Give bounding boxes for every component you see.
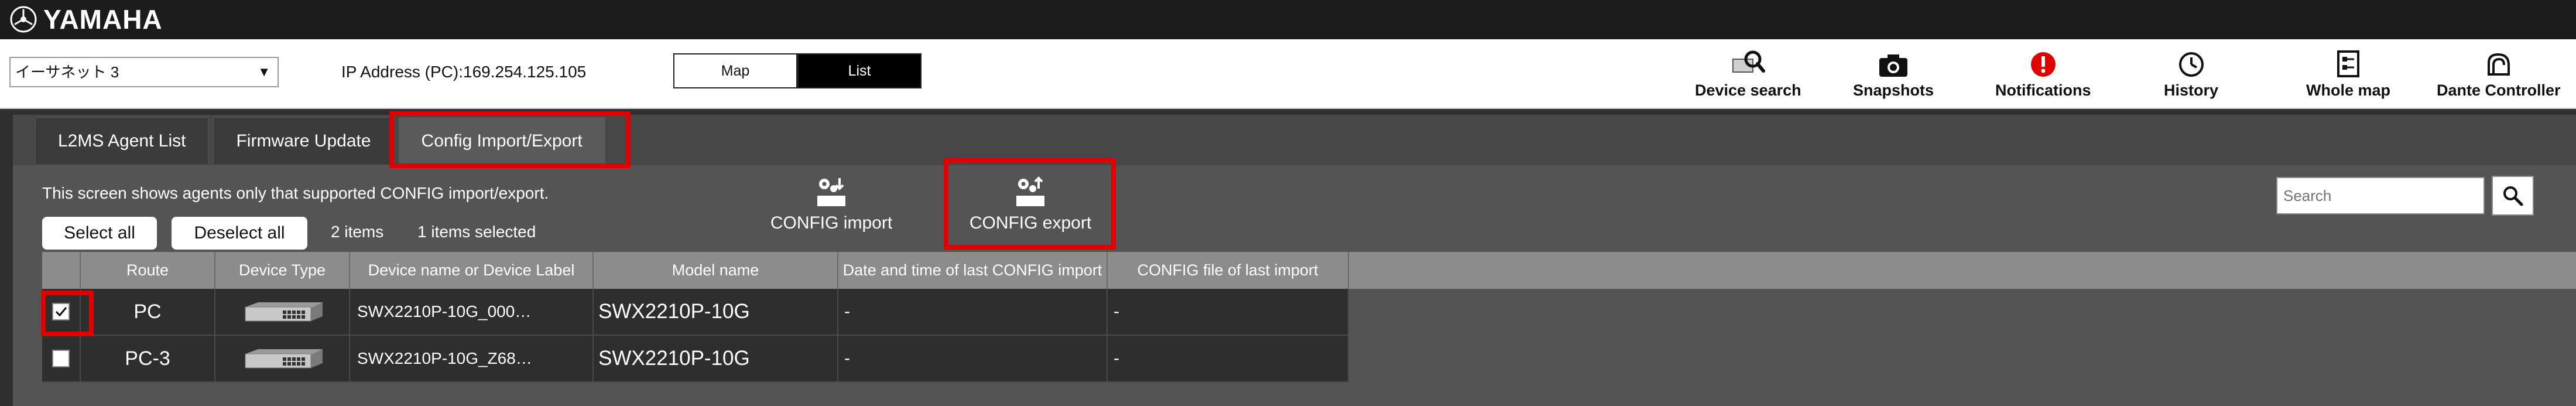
model-name-cell: SWX2210P-10G [594,289,838,335]
column-header-route[interactable]: Route [81,252,215,289]
table-header: Route Device Type Device name or Device … [42,252,2576,289]
row-checkbox[interactable] [52,303,70,320]
device-type-cell [215,289,350,335]
checkmark-icon [55,307,67,317]
history-button[interactable]: History [2164,47,2218,104]
config-import-icon [817,178,845,206]
network-switch-icon [245,302,323,322]
search-icon [2503,186,2523,206]
yamaha-logo-text: YAMAHA [43,4,163,35]
column-header-device-type[interactable]: Device Type [215,252,350,289]
column-header-device-name[interactable]: Device name or Device Label [350,252,594,289]
chevron-down-icon: ▼ [258,64,270,79]
config-import-button[interactable]: CONFIG import [767,176,896,246]
search-input[interactable] [2276,177,2485,214]
yamaha-logo: YAMAHA [9,3,163,36]
device-type-cell [215,336,350,381]
history-icon [2178,47,2205,78]
config-export-button[interactable]: CONFIG export [966,176,1095,246]
view-toggle: Map List [673,53,922,88]
search-button[interactable] [2492,176,2534,216]
tab-bar: L2MS Agent List Firmware Update Config I… [13,117,605,165]
device-search-button[interactable]: Device search [1695,47,1801,104]
list-view-button[interactable]: List [797,53,922,88]
device-search-label: Device search [1695,81,1801,99]
history-label: History [2164,81,2219,99]
device-search-icon [1731,47,1766,78]
config-export-label: CONFIG export [969,213,1092,233]
dante-icon [2485,47,2512,78]
last-import-file-cell: - [1108,336,1349,381]
whole-map-button[interactable]: Whole map [2306,47,2390,104]
column-header-model-name[interactable]: Model name [594,252,838,289]
device-name-cell: SWX2210P-10G_Z68… [350,336,594,381]
yamaha-tuning-fork-icon [10,6,37,33]
notifications-label: Notifications [1995,81,2091,99]
alert-icon [2030,47,2057,78]
row-select-cell [42,289,81,335]
notifications-button[interactable]: Notifications [1995,47,2091,104]
row-select-cell [42,336,81,381]
toolbar: イーサネット 3 ▼ IP Address (PC):169.254.125.1… [0,39,2576,109]
dante-controller-button[interactable]: Dante Controller [2437,47,2561,104]
column-header-last-import-date[interactable]: Date and time of last CONFIG import [838,252,1108,289]
last-import-file-cell: - [1108,289,1349,335]
network-adapter-select[interactable]: イーサネット 3 ▼ [9,57,279,87]
whole-map-label: Whole map [2306,81,2391,99]
ip-address-label: IP Address (PC):169.254.125.105 [341,63,587,81]
network-switch-icon [245,349,323,369]
panel-description: This screen shows agents only that suppo… [42,184,549,202]
snapshots-button[interactable]: Snapshots [1853,47,1934,104]
tab-firmware-update[interactable]: Firmware Update [213,117,394,165]
selected-count: 1 items selected [417,223,536,241]
whole-map-icon [2337,47,2360,78]
model-name-cell: SWX2210P-10G [594,336,838,381]
title-bar: YAMAHA [0,0,2576,39]
column-header-last-import-file[interactable]: CONFIG file of last import [1108,252,1349,289]
deselect-all-button[interactable]: Deselect all [172,217,307,250]
route-cell: PC [81,289,215,335]
table-row[interactable]: PC SWX2210P-10G_000… SWX2210P-10G - - [42,289,1349,336]
table-row[interactable]: PC-3 SWX2210P-10G_Z68… SWX2210P-10G - - [42,336,1349,383]
tab-config-import-export[interactable]: Config Import/Export [398,117,605,165]
select-all-button[interactable]: Select all [42,217,157,250]
config-import-label: CONFIG import [770,213,893,233]
last-import-date-cell: - [838,289,1108,335]
row-checkbox[interactable] [52,350,70,367]
device-name-cell: SWX2210P-10G_000… [350,289,594,335]
snapshots-label: Snapshots [1853,81,1934,99]
select-column-header [42,252,81,289]
last-import-date-cell: - [838,336,1108,381]
network-adapter-value: イーサネット 3 [15,63,119,81]
route-cell: PC-3 [81,336,215,381]
dante-controller-label: Dante Controller [2437,81,2561,99]
items-count: 2 items [331,223,384,241]
tab-l2ms-agent-list[interactable]: L2MS Agent List [35,117,209,165]
camera-icon [1878,47,1909,78]
map-view-button[interactable]: Map [673,53,797,88]
config-export-icon [1016,176,1044,206]
